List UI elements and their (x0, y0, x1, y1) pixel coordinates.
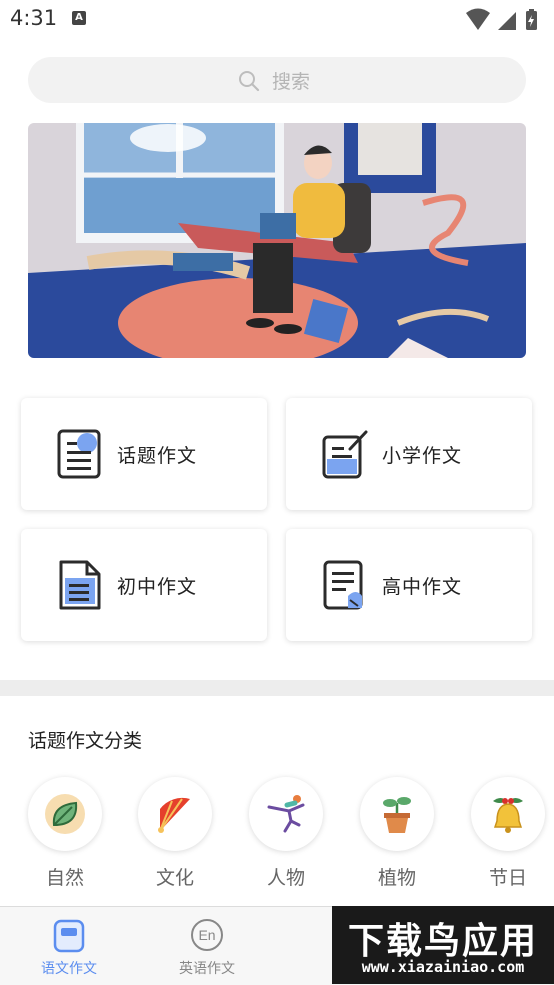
search-bar[interactable]: 搜索 (28, 57, 526, 103)
card-topic-essay[interactable]: 话题作文 (21, 398, 267, 510)
card-label: 初中作文 (117, 576, 198, 598)
watermark-logo: 下载鸟应用 www.xiazainiao.com (332, 906, 554, 984)
card-label: 话题作文 (117, 445, 198, 467)
status-bar: 4:31 A (0, 0, 554, 40)
category-culture[interactable]: 文化 (136, 777, 214, 890)
skater-icon (267, 795, 305, 833)
card-label: 高中作文 (382, 576, 463, 598)
signal-icon (498, 12, 516, 30)
search-placeholder: 搜索 (272, 71, 311, 93)
category-label: 植物 (377, 867, 416, 889)
fan-icon (158, 797, 190, 833)
card-primary-essay[interactable]: 小学作文 (286, 398, 532, 510)
watermark-title: 下载鸟应用 (347, 921, 538, 962)
battery-icon (526, 9, 537, 30)
category-label: 自然 (45, 867, 84, 889)
category-nature[interactable]: 自然 (26, 777, 104, 890)
section-title: 话题作文分类 (28, 730, 143, 752)
watermark-url: www.xiazainiao.com (361, 958, 525, 976)
notification-icon: A (72, 11, 86, 25)
leaf-icon (45, 794, 85, 834)
tab-label: 语文作文 (41, 961, 97, 977)
edit-doc-icon (322, 430, 368, 479)
tab-chinese-essay[interactable]: 语文作文 (9, 907, 129, 985)
wifi-icon (466, 8, 490, 30)
potted-plant-icon (383, 797, 411, 833)
card-middle-essay[interactable]: 初中作文 (21, 529, 267, 641)
category-label: 人物 (266, 867, 305, 889)
category-label: 文化 (155, 867, 194, 889)
category-people[interactable]: 人物 (247, 777, 325, 890)
chinese-essay-icon (53, 919, 85, 953)
card-high-essay[interactable]: 高中作文 (286, 529, 532, 641)
note-doc-icon (323, 560, 363, 610)
topic-doc-icon (57, 429, 101, 479)
bell-icon (493, 798, 523, 833)
tab-english-essay[interactable]: En 英语作文 (147, 907, 267, 985)
svg-text:En: En (198, 927, 215, 943)
status-icons (464, 8, 544, 36)
card-label: 小学作文 (382, 445, 463, 467)
banner-illustration[interactable] (28, 123, 526, 358)
section-divider (0, 680, 554, 696)
category-plants[interactable]: 植物 (358, 777, 436, 890)
english-essay-icon: En (191, 919, 223, 951)
category-holidays[interactable]: 节日 (469, 777, 547, 890)
search-icon (239, 70, 260, 91)
category-label: 节日 (488, 867, 527, 889)
file-doc-icon (59, 560, 101, 610)
status-time: 4:31 (10, 6, 58, 30)
tab-label: 英语作文 (179, 961, 235, 977)
